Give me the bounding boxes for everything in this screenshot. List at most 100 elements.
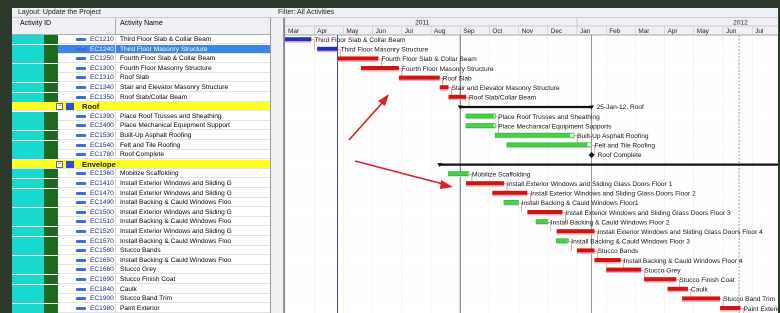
cell-divider xyxy=(115,303,116,313)
row-indent-strip xyxy=(44,265,58,275)
row-status-strip xyxy=(12,227,44,236)
row-status-strip xyxy=(12,198,44,208)
month-label: Dec xyxy=(551,28,563,35)
column-header-activity-id[interactable]: Activity ID xyxy=(20,20,51,27)
row-status-strip xyxy=(12,92,44,102)
activity-name: Roof Complete xyxy=(120,151,164,159)
activity-name: Fourth Floor Masonry Structure xyxy=(120,64,212,72)
cell-divider xyxy=(115,131,116,140)
activity-id: EC1780 xyxy=(90,151,114,159)
table-row[interactable]: EC1660 Stucco Grey xyxy=(12,265,270,275)
cell-divider xyxy=(115,188,116,198)
activity-id: EC1340 xyxy=(90,84,114,91)
collapse-icon[interactable]: − xyxy=(56,160,63,168)
table-row[interactable]: EC1470 Install Exterior Windows and Slidi… xyxy=(12,188,270,198)
table-row[interactable]: EC1240 Third Floor Masonry Structure xyxy=(12,44,270,54)
column-header-activity-name[interactable]: Activity Name xyxy=(120,20,163,27)
table-row[interactable]: EC1510 Install Backing & Cauld Windows Fl… xyxy=(12,217,270,227)
cell-divider xyxy=(115,54,116,64)
month-label: Sep xyxy=(463,28,475,35)
table-row[interactable]: EC1410 Install Exterior Windows and Slidi… xyxy=(12,179,270,188)
month-label: May xyxy=(346,28,359,35)
table-row[interactable]: EC1360 Mobilize Scaffolding xyxy=(12,169,270,179)
activity-id: EC1520 xyxy=(90,228,114,235)
activity-name: Stucco Bands xyxy=(120,247,161,255)
activity-bar-icon xyxy=(76,249,86,253)
cell-divider xyxy=(115,255,116,265)
activity-name: Install Backing & Cauld Windows Floo xyxy=(120,256,232,264)
row-indent-strip xyxy=(44,303,58,313)
wbs-row[interactable]: − Envelope xyxy=(12,159,270,169)
table-row[interactable]: EC1300 Fourth Floor Masonry Structure xyxy=(12,63,270,73)
activity-name: Mobilize Scaffolding xyxy=(120,170,179,178)
splitter[interactable] xyxy=(270,18,284,313)
table-row[interactable]: EC1900 Stucco Band Trim xyxy=(12,294,270,304)
annotation-arrowhead xyxy=(378,94,389,106)
activity-bar-fill xyxy=(536,219,548,224)
row-status-strip xyxy=(12,83,44,92)
bar-label: Fourth Floor Masonry Structure xyxy=(402,66,494,73)
activity-id: EC1570 xyxy=(90,237,114,245)
annotation-arrow xyxy=(348,101,384,141)
month-label: Oct xyxy=(492,28,502,35)
activity-name: Third Floor Slab & Collar Beam xyxy=(120,36,212,43)
row-indent-strip xyxy=(44,188,58,198)
row-indent-strip xyxy=(44,35,58,44)
row-indent-strip xyxy=(44,54,58,64)
month-label: May xyxy=(697,28,710,35)
table-row[interactable]: EC1520 Install Exterior Windows and Slidi… xyxy=(12,227,270,236)
row-indent-strip xyxy=(44,111,58,121)
bar-label: Roof Slab/Collar Beam xyxy=(469,95,537,102)
activity-id: EC1690 xyxy=(90,276,114,283)
table-row[interactable]: EC1980 Paint Exterior xyxy=(12,303,270,313)
activity-id: EC1250 xyxy=(90,55,114,63)
activity-name: Install Exterior Windows and Sliding G xyxy=(120,189,232,197)
row-status-strip xyxy=(12,303,44,313)
bar-label: Paint Exterior xyxy=(744,306,778,313)
baseline-bar xyxy=(594,261,621,264)
table-row[interactable]: EC1530 Built-Up Asphalt Roofing xyxy=(12,131,270,140)
table-row[interactable]: EC1490 Install Backing & Cauld Windows Fl… xyxy=(12,198,270,208)
row-indent-strip xyxy=(44,236,58,246)
table-row[interactable]: EC1250 Fourth Floor Slab & Collar Beam xyxy=(12,54,270,64)
activity-bar-icon xyxy=(76,306,86,310)
table-row[interactable]: EC1210 Third Floor Slab & Collar Beam xyxy=(12,35,270,44)
bar-label: Roof Slab xyxy=(443,75,472,82)
column-divider[interactable] xyxy=(115,18,116,35)
row-status-strip xyxy=(12,294,44,304)
table-row[interactable]: EC1400 Place Mechanical Equipment Support xyxy=(12,121,270,131)
wbs-row[interactable]: − Roof xyxy=(12,102,270,112)
row-indent-strip xyxy=(44,140,58,150)
table-row[interactable]: EC1540 Felt and Tile Roofing xyxy=(12,140,270,150)
bar-label: Stucco Bands xyxy=(598,248,639,255)
row-indent-strip xyxy=(44,284,58,294)
row-indent-strip xyxy=(44,73,58,83)
year-label: 2012 xyxy=(733,20,748,27)
table-row[interactable]: EC1650 Install Backing & Cauld Windows Fl… xyxy=(12,255,270,265)
table-row[interactable]: EC1340 Stair and Elevator Masonry Structu… xyxy=(12,83,270,92)
table-row[interactable]: EC1500 Install Exterior Windows and Slidi… xyxy=(12,207,270,217)
table-row[interactable]: EC1310 Roof Slab xyxy=(12,73,270,83)
month-label: Aug xyxy=(434,28,446,35)
collapse-icon[interactable]: − xyxy=(56,103,63,111)
table-row[interactable]: EC1390 Place Roof Trusses and Sheathing xyxy=(12,111,270,121)
table-row[interactable]: EC1350 Roof Slab/Collar Beam xyxy=(12,92,270,102)
baseline-bar xyxy=(720,309,741,312)
activity-bar xyxy=(317,46,338,51)
activity-bar-icon xyxy=(76,57,86,61)
row-status-strip xyxy=(12,217,44,227)
baseline-bar xyxy=(556,233,595,235)
table-row[interactable]: EC1570 Install Backing & Cauld Windows Fl… xyxy=(12,236,270,246)
bar-label: 25-Jan-12, Roof xyxy=(597,104,644,111)
layout-title[interactable]: Layout: Update the Project xyxy=(18,9,101,16)
baseline-bar xyxy=(398,79,440,82)
table-row[interactable]: EC1840 Caulk xyxy=(12,284,270,294)
activity-id: EC1660 xyxy=(90,266,114,274)
table-row[interactable]: EC1780 Roof Complete xyxy=(12,150,270,160)
cell-divider xyxy=(115,227,116,236)
row-indent-strip xyxy=(44,131,58,140)
table-row[interactable]: EC1690 Stucco Finish Coat xyxy=(12,275,270,284)
table-row[interactable]: EC1580 Stucco Bands xyxy=(12,246,270,256)
bar-label: Install Exterior Windows and Sliding Gla… xyxy=(598,229,764,236)
row-indent-strip xyxy=(44,121,58,131)
